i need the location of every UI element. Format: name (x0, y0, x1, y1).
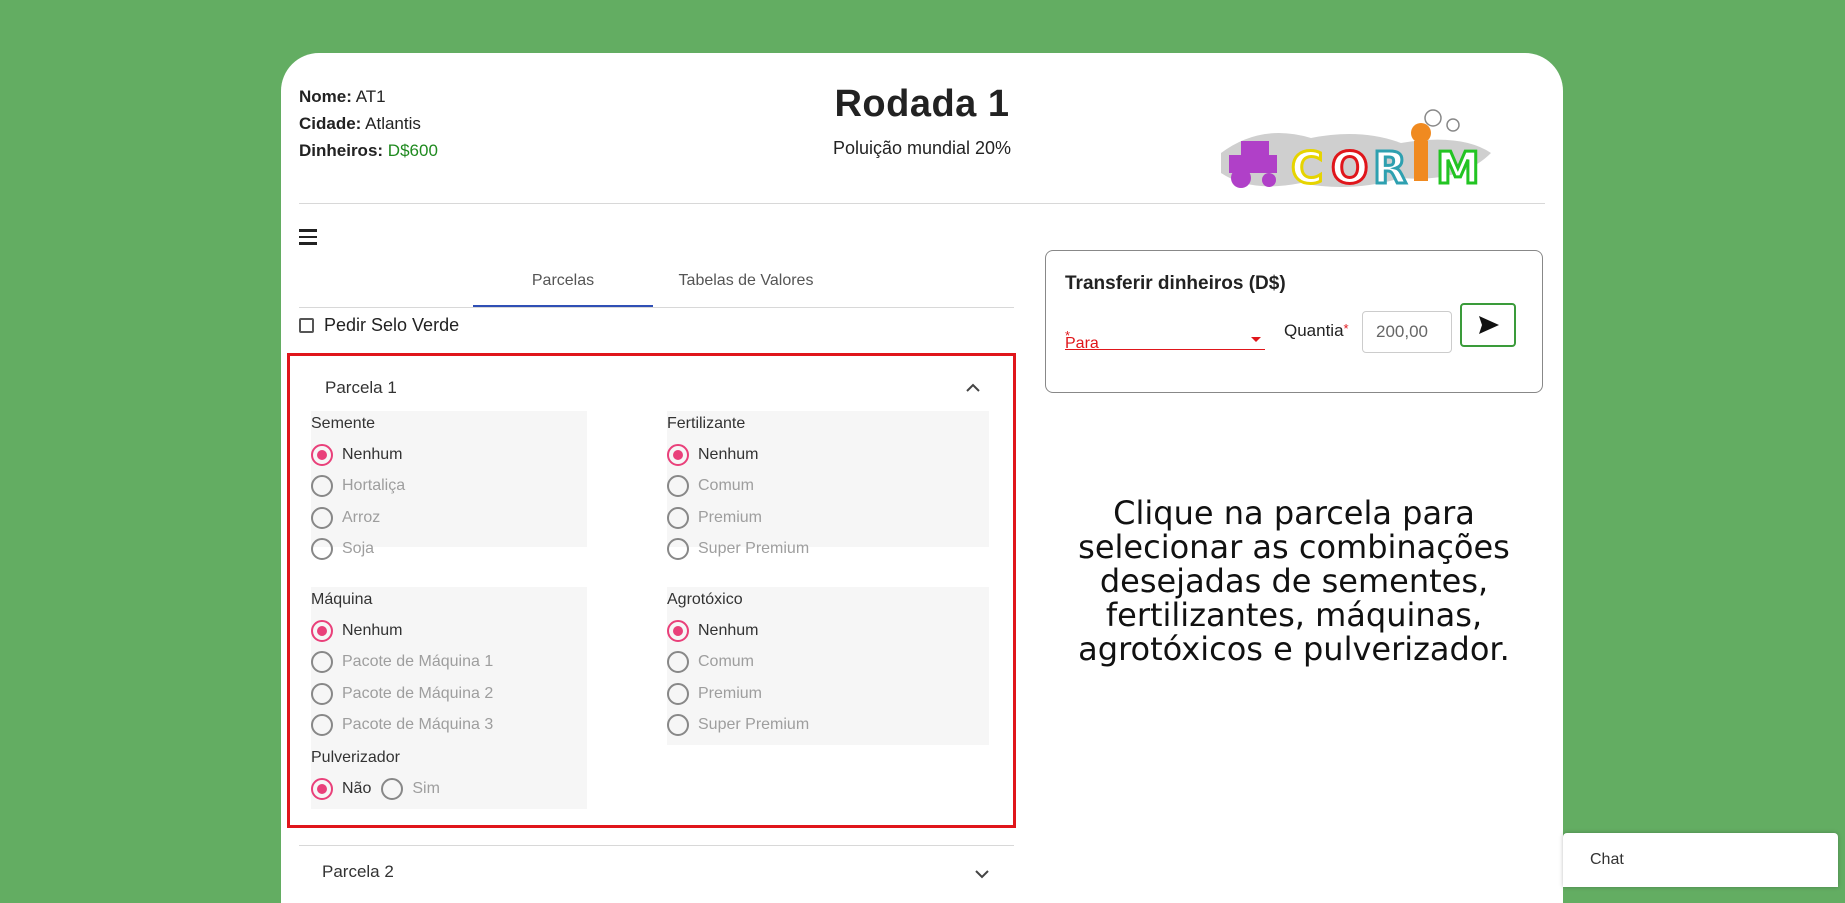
tab-bar: Parcelas Tabelas de Valores (299, 255, 1014, 308)
send-transfer-button[interactable] (1460, 303, 1516, 347)
main-card: Nome: AT1 Cidade: Atlantis Dinheiros: D$… (281, 53, 1563, 903)
fertilizante-option-super-premium[interactable]: Super Premium (667, 534, 989, 566)
quantia-required-mark: * (1343, 321, 1349, 336)
radio-icon[interactable] (667, 475, 689, 498)
agrotoxico-label: Agrotóxico (667, 591, 743, 608)
chevron-down-icon[interactable] (972, 864, 992, 884)
player-city: Atlantis (365, 114, 421, 133)
radio-icon[interactable] (667, 651, 689, 674)
parcela-1-panel[interactable]: Parcela 1 Semente Nenhum Hortaliça Arroz… (287, 353, 1016, 828)
pulverizador-sim-label: Sim (412, 779, 440, 797)
radio-icon[interactable] (311, 475, 333, 498)
radio-icon[interactable] (311, 714, 333, 737)
quantia-label-wrap: Quantia* (1284, 321, 1349, 341)
radio-icon[interactable] (311, 682, 333, 705)
selo-verde-checkbox-row[interactable]: Pedir Selo Verde (299, 315, 459, 336)
money-label: Dinheiros: (299, 141, 384, 160)
dropdown-caret-icon[interactable] (1251, 337, 1261, 342)
agrotoxico-group: Agrotóxico Nenhum Comum Premium Super Pr… (667, 587, 989, 745)
maquina-option-pacote-2[interactable]: Pacote de Máquina 2 (311, 678, 587, 710)
maquina-group: Máquina Nenhum Pacote de Máquina 1 Pacot… (311, 587, 587, 809)
pulverizador-sim-radio[interactable] (381, 777, 404, 800)
selo-verde-checkbox[interactable] (299, 318, 314, 333)
semente-option-soja[interactable]: Soja (311, 534, 587, 566)
logo-letter-r: R (1373, 143, 1407, 194)
semente-option-hortalica[interactable]: Hortaliça (311, 471, 587, 503)
agrotoxico-option-comum[interactable]: Comum (667, 647, 989, 679)
para-select[interactable]: Para * (1065, 319, 1265, 352)
logo-letter-m: M (1436, 143, 1480, 194)
agrotoxico-option-premium[interactable]: Premium (667, 678, 989, 710)
radio-icon[interactable] (311, 506, 333, 529)
semente-group: Semente Nenhum Hortaliça Arroz Soja (311, 411, 587, 561)
logo-letter-o: O (1331, 143, 1368, 194)
agrotoxico-option-super-premium[interactable]: Super Premium (667, 710, 989, 742)
maquina-label: Máquina (311, 591, 373, 608)
radio-icon[interactable] (311, 538, 333, 561)
chat-button[interactable]: Chat (1563, 833, 1838, 887)
fertilizante-option-comum[interactable]: Comum (667, 471, 989, 503)
tab-parcelas[interactable]: Parcelas (473, 255, 653, 307)
semente-option-nenhum[interactable]: Nenhum (311, 439, 587, 471)
radio-icon[interactable] (667, 682, 689, 705)
player-info: Nome: AT1 Cidade: Atlantis Dinheiros: D$… (299, 83, 438, 164)
agrotoxico-option-nenhum[interactable]: Nenhum (667, 615, 989, 647)
logo-letter-c: C (1291, 143, 1323, 194)
name-label: Nome: (299, 87, 352, 106)
send-icon (1479, 316, 1499, 334)
maquina-option-pacote-3[interactable]: Pacote de Máquina 3 (311, 710, 587, 742)
quantia-input[interactable] (1362, 311, 1452, 353)
player-money: D$600 (387, 141, 438, 160)
semente-label: Semente (311, 415, 376, 432)
chat-label: Chat (1590, 851, 1624, 868)
parcela-2-title: Parcela 2 (322, 862, 394, 881)
pulverizador-nao-label: Não (342, 779, 372, 797)
parcela-1-title: Parcela 1 (325, 378, 397, 397)
hamburger-menu-icon[interactable] (299, 229, 317, 245)
radio-selected-icon[interactable] (311, 443, 333, 466)
fertilizante-label: Fertilizante (667, 415, 746, 432)
radio-selected-icon[interactable] (667, 619, 689, 642)
pulverizador-nao-radio[interactable] (311, 777, 333, 800)
parcela-2-panel[interactable]: Parcela 2 (299, 845, 1014, 881)
radio-selected-icon[interactable] (311, 619, 333, 642)
city-label: Cidade: (299, 114, 362, 133)
quantia-label: Quantia (1284, 321, 1344, 340)
maquina-option-nenhum[interactable]: Nenhum (311, 615, 587, 647)
radio-icon[interactable] (311, 651, 333, 674)
radio-icon[interactable] (667, 506, 689, 529)
tab-tabelas-de-valores[interactable]: Tabelas de Valores (653, 255, 839, 307)
radio-icon[interactable] (667, 538, 689, 561)
instructions-text: Clique na parcela para selecionar as com… (1078, 494, 1510, 668)
pulverizador-label: Pulverizador (311, 749, 400, 766)
transfer-title: Transferir dinheiros (D$) (1065, 273, 1286, 294)
radio-icon[interactable] (667, 714, 689, 737)
para-label: Para (1065, 335, 1099, 352)
corim-logo: C O R M (1201, 83, 1501, 218)
fertilizante-group: Fertilizante Nenhum Comum Premium Super … (667, 411, 989, 561)
fertilizante-option-premium[interactable]: Premium (667, 502, 989, 534)
semente-option-arroz[interactable]: Arroz (311, 502, 587, 534)
header-divider (299, 203, 1545, 204)
pulverizador-options: Não Sim (311, 773, 587, 805)
selo-verde-label: Pedir Selo Verde (324, 315, 460, 335)
radio-selected-icon[interactable] (667, 443, 689, 466)
chevron-up-icon[interactable] (963, 378, 983, 398)
player-name: AT1 (355, 87, 386, 106)
fertilizante-option-nenhum[interactable]: Nenhum (667, 439, 989, 471)
transfer-card: Transferir dinheiros (D$) Para * Quantia* (1045, 250, 1543, 393)
maquina-option-pacote-1[interactable]: Pacote de Máquina 1 (311, 647, 587, 679)
